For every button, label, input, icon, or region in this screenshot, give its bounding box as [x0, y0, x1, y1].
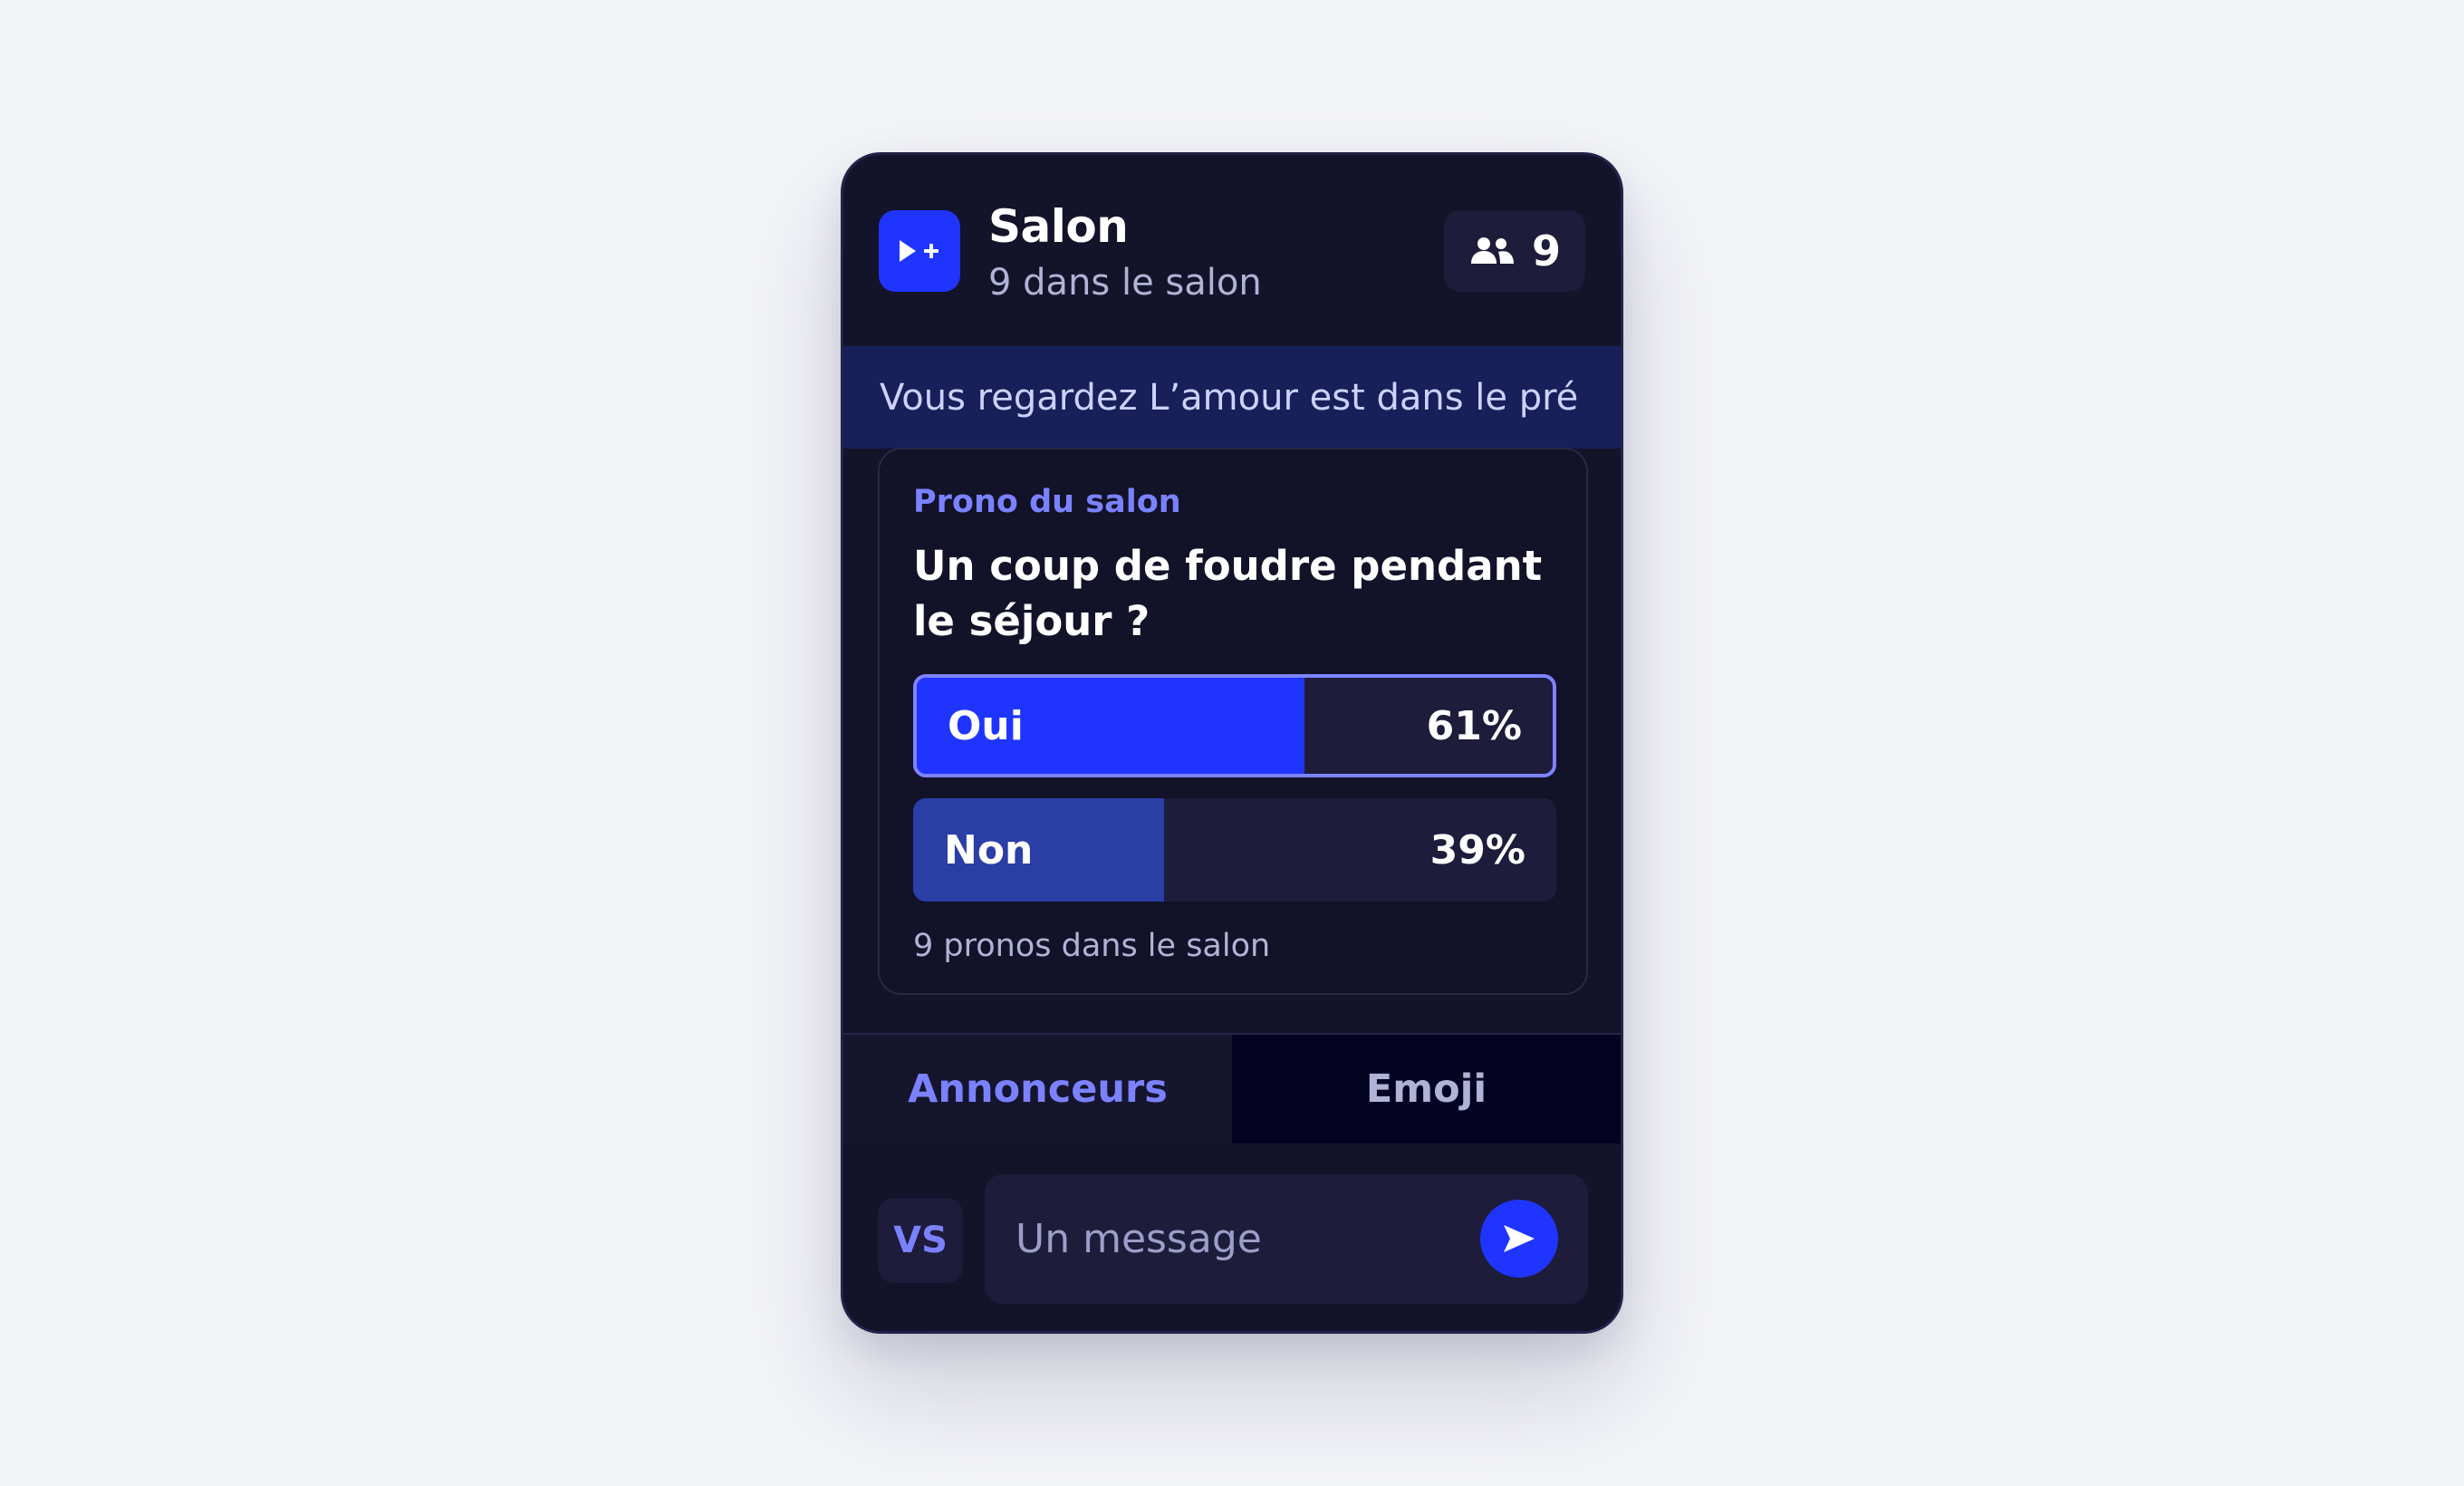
poll-card: Prono du salon Un coup de foudre pendant…: [878, 448, 1588, 995]
poll-option-percent: 39%: [1429, 826, 1526, 873]
play-plus-icon: [879, 210, 960, 292]
message-composer: VS: [843, 1143, 1621, 1331]
avatar[interactable]: VS: [878, 1198, 963, 1283]
salon-title: Salon: [988, 200, 1129, 253]
poll-question: Un coup de foudre pendant le séjour ?: [913, 542, 1543, 645]
tab-annonceurs[interactable]: Annonceurs: [843, 1035, 1232, 1143]
send-button[interactable]: [1480, 1200, 1558, 1278]
message-input[interactable]: [1015, 1174, 1468, 1304]
poll-footer: 9 pronos dans le salon: [913, 928, 1271, 964]
poll-option-label: Oui: [948, 702, 1024, 749]
salon-subtitle: 9 dans le salon: [988, 262, 1262, 304]
users-icon: [1470, 237, 1514, 264]
poll-label: Prono du salon: [913, 484, 1181, 520]
poll-option-oui[interactable]: Oui 61%: [913, 674, 1556, 777]
poll-option-label: Non: [944, 826, 1034, 873]
now-watching-banner: Vous regardez L’amour est dans le pré: [843, 346, 1621, 449]
salon-header: Salon 9 dans le salon 9: [843, 155, 1621, 346]
message-input-wrapper: [985, 1174, 1588, 1304]
send-icon: [1504, 1225, 1535, 1252]
tab-emoji[interactable]: Emoji: [1232, 1035, 1621, 1143]
salon-panel: Salon 9 dans le salon 9 Vous regardez L’…: [841, 152, 1623, 1334]
now-watching-text: Vous regardez L’amour est dans le pré: [880, 376, 1579, 419]
poll-option-percent: 61%: [1426, 702, 1522, 749]
viewers-badge[interactable]: 9: [1444, 210, 1585, 292]
viewer-count: 9: [1531, 227, 1561, 275]
poll-option-non[interactable]: Non 39%: [913, 798, 1556, 902]
tab-bar: Annonceurs Emoji: [843, 1033, 1621, 1143]
